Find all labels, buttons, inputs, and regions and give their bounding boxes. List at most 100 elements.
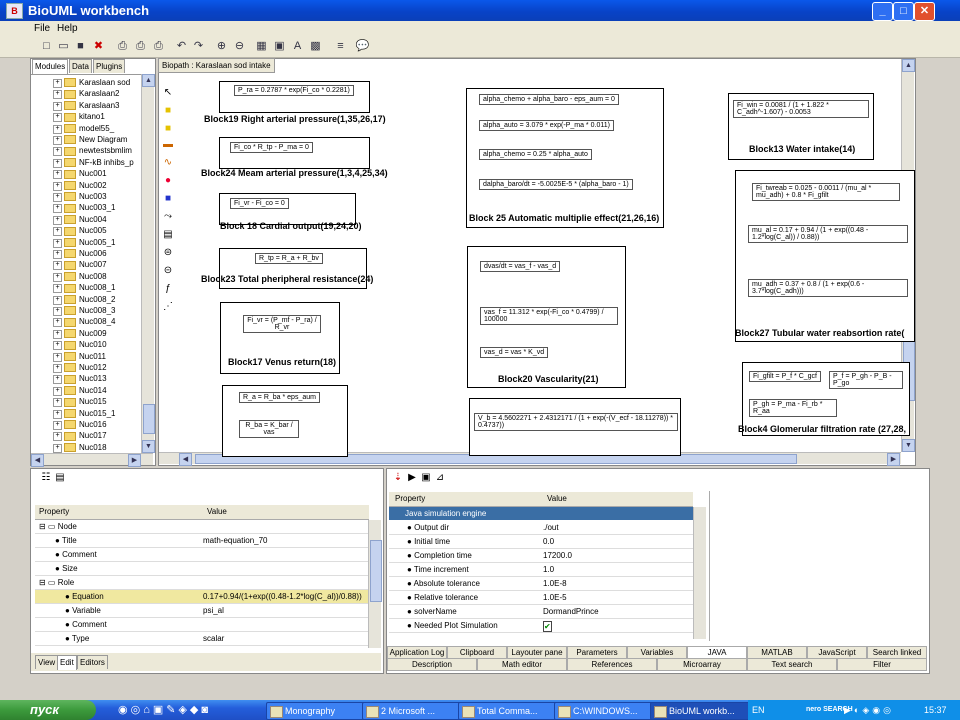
expand-icon[interactable]: + — [53, 193, 62, 202]
tree-item[interactable]: + Nuc013 — [53, 374, 107, 385]
tree-item[interactable]: + Nuc001 — [53, 169, 107, 180]
expand-icon[interactable]: + — [53, 158, 62, 168]
equation-b25-3[interactable]: alpha_chemo = 0.25 * alpha_auto — [479, 149, 592, 160]
equation-b25-1[interactable]: alpha_chemo + alpha_baro - eps_aum = 0 — [479, 94, 619, 105]
tree-item[interactable]: + Nuc010 — [53, 340, 107, 351]
stop-icon[interactable]: ▶ — [405, 471, 419, 484]
expand-icon[interactable]: + — [53, 352, 62, 362]
prop-value[interactable]: 0.17+0.94/(1+exp((0.48-1.2*log(C_al))/0.… — [203, 590, 362, 604]
expand-icon[interactable]: + — [53, 227, 62, 237]
sim-tab[interactable]: References — [567, 658, 657, 671]
tree-item[interactable]: + Nuc006 — [53, 249, 107, 259]
equation-b27-1[interactable]: Fi_twreab = 0.025 - 0.0011 / (mu_al * mu… — [752, 183, 900, 201]
tree-item[interactable]: + Nuc016 — [53, 420, 107, 430]
tree-item[interactable]: + Nuc015 — [53, 397, 107, 408]
tree-item[interactable]: + kitano1 — [53, 112, 105, 123]
sim-row[interactable]: ● Completion time 17200.0 — [389, 549, 693, 563]
expand-icon[interactable]: + — [53, 318, 62, 328]
block25[interactable]: alpha_chemo + alpha_baro - eps_aum = 0 a… — [466, 88, 664, 228]
delete-icon[interactable]: ✖ — [91, 39, 106, 54]
equation-b4-3[interactable]: P_gh = P_ma - Fi_rb * R_aa — [749, 399, 837, 417]
close-button[interactable]: ✕ — [914, 2, 935, 21]
expand-icon[interactable]: + — [53, 124, 62, 134]
expand-icon[interactable]: + — [53, 113, 62, 123]
sim-row[interactable]: ● Initial time 0.0 — [389, 535, 693, 549]
expand-icon[interactable]: + — [53, 386, 62, 396]
tree-item[interactable]: + Nuc008 — [53, 272, 107, 282]
equation-b27-3[interactable]: mu_adh = 0.37 + 0.8 / (1 + exp(0.6 - 3.7… — [748, 279, 908, 297]
prop-row[interactable]: ● Equation 0.17+0.94/(1+exp((0.48-1.2*log… — [35, 590, 369, 604]
tree-item[interactable]: + Nuc011 — [53, 352, 106, 362]
tree-item[interactable]: + newtestsbmlim — [53, 146, 132, 157]
expand-icon[interactable]: + — [53, 443, 62, 453]
sim-value[interactable]: 1.0E-5 — [543, 591, 567, 605]
expand-icon[interactable]: + — [53, 409, 62, 419]
expand-icon[interactable]: + — [53, 90, 62, 100]
prop-row[interactable]: ⊟ ▭ Node — [35, 520, 369, 534]
scroll-up-icon[interactable]: ▲ — [902, 59, 915, 72]
print-preview-icon[interactable]: ⎙ — [133, 39, 148, 54]
equation-b13[interactable]: Fi_win = 0.0081 / (1 + 1.822 * C_adh^-1.… — [733, 100, 869, 118]
equation-b22-1[interactable]: R_a = R_ba * eps_aum — [239, 392, 320, 403]
task-biouml[interactable]: BioUML workb... — [650, 702, 760, 720]
expand-icon[interactable]: + — [53, 432, 62, 442]
expand-icon[interactable]: + — [53, 295, 62, 305]
block21[interactable]: V_b = 4.5602271 + 2.4312171 / (1 + exp(-… — [469, 398, 681, 456]
tree-hscrollbar[interactable]: ◀ ▶ — [31, 453, 153, 467]
tree-item[interactable]: + Nuc017 — [53, 431, 107, 442]
expand-icon[interactable]: + — [53, 204, 62, 214]
tab-modules[interactable]: Modules — [32, 59, 69, 74]
block-yellow2-icon[interactable]: ■ — [160, 122, 176, 136]
sim-value[interactable]: ./out — [543, 521, 559, 535]
menu-help[interactable]: Help — [57, 23, 78, 34]
sim-row[interactable]: ● Output dir ./out — [389, 521, 693, 535]
redo-icon[interactable]: ↷ — [191, 39, 206, 54]
tree-item[interactable]: + Nuc012 — [53, 363, 107, 373]
equation-b25-2[interactable]: alpha_auto = 3.079 * exp(-P_ma * 0.011) — [479, 120, 614, 131]
scroll-down-icon[interactable]: ▼ — [142, 440, 155, 453]
block22[interactable]: R_a = R_ba * eps_aum R_ba = K_bar / vas — [222, 385, 348, 457]
print-icon[interactable]: ⎙ — [115, 39, 130, 54]
note-icon[interactable]: ▤ — [160, 228, 176, 242]
tree-item[interactable]: + Nuc003 — [53, 192, 107, 202]
zoom-out-icon[interactable]: ⊖ — [232, 39, 247, 54]
sim-value[interactable]: ✔ — [543, 621, 552, 632]
text-icon[interactable]: A — [290, 39, 305, 54]
sim-tab[interactable]: Filter — [837, 658, 927, 671]
grid-icon[interactable]: ▩ — [308, 39, 323, 54]
start-button[interactable]: пуск — [0, 700, 96, 720]
equation-b24[interactable]: Fi_co * R_tp - P_ma = 0 — [230, 142, 313, 153]
equation-b18[interactable]: Fi_vr - Fi_co = 0 — [230, 198, 289, 209]
tab-edit[interactable]: Edit — [57, 655, 77, 670]
maximize-button[interactable]: □ — [893, 2, 914, 21]
sim-row[interactable]: ● Relative tolerance 1.0E-5 — [389, 591, 693, 605]
tree-item[interactable]: + NF-kB inhibs_p — [53, 158, 134, 168]
equation-b17[interactable]: Fi_vr = (P_mf - P_ra) / R_vr — [243, 315, 321, 333]
sim-tab[interactable]: Description — [387, 658, 477, 671]
tree-item[interactable]: + Nuc005_1 — [53, 238, 115, 248]
link-icon[interactable]: ⋰ — [160, 300, 176, 314]
tab-biopath[interactable]: Biopath : Karaslaan sod intake — [158, 58, 275, 73]
scroll-down-icon[interactable]: ▼ — [902, 439, 915, 452]
prop-scrollbar[interactable] — [368, 520, 382, 648]
tree-item[interactable]: + Nuc015_1 — [53, 409, 115, 419]
expand-icon[interactable]: + — [53, 170, 62, 180]
scroll-right-icon[interactable]: ▶ — [128, 454, 141, 467]
scroll-thumb[interactable] — [370, 540, 382, 602]
expand-icon[interactable]: + — [53, 238, 62, 248]
equation-b22-2[interactable]: R_ba = K_bar / vas — [239, 420, 299, 438]
equation-b21[interactable]: V_b = 4.5602271 + 2.4312171 / (1 + exp(-… — [474, 413, 678, 431]
sim-value[interactable]: 17200.0 — [543, 549, 572, 563]
sim-value[interactable]: 1.0E-8 — [543, 577, 567, 591]
prop-row[interactable]: ⊟ ▭ Role — [35, 576, 369, 590]
tree-item[interactable]: + Karaslaan3 — [53, 101, 119, 111]
equation-b25-4[interactable]: dalpha_baro/dt = -5.0025E-5 * (alpha_bar… — [479, 179, 633, 190]
expand-icon[interactable]: + — [53, 79, 62, 88]
zoom-in-icon[interactable]: ⊕ — [214, 39, 229, 54]
lang-indicator[interactable]: EN — [752, 700, 765, 720]
open-icon[interactable]: ▭ — [56, 39, 71, 54]
sim-value[interactable]: 0.0 — [543, 535, 554, 549]
sort-icon[interactable]: ☷ — [39, 471, 53, 484]
pointer-icon[interactable]: ↖ — [160, 86, 176, 100]
sim-row[interactable]: ● solverName DormandPrince — [389, 605, 693, 619]
